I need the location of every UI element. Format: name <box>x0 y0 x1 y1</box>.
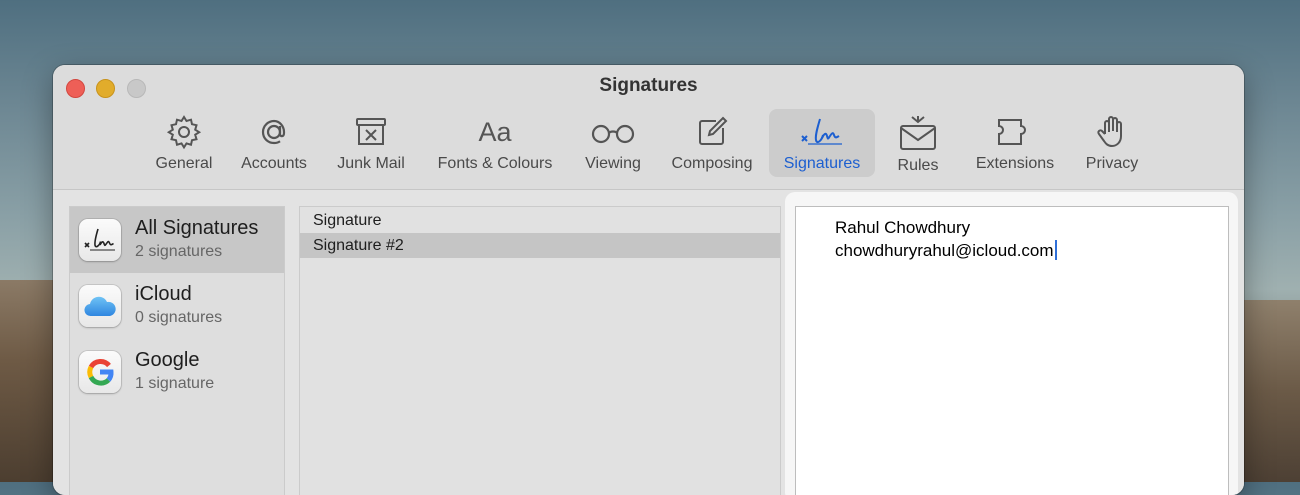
tab-label: Privacy <box>1085 155 1139 172</box>
rules-envelope-icon <box>900 116 936 150</box>
tab-label: Signatures <box>783 155 861 172</box>
tab-composing[interactable]: Composing <box>663 109 761 177</box>
signature-editor[interactable]: Rahul Chowdhury chowdhuryrahul@icloud.co… <box>795 206 1229 495</box>
signature-line: Rahul Chowdhury <box>835 218 971 237</box>
account-signature-count: 0 signatures <box>135 309 223 326</box>
tab-label: Junk Mail <box>337 155 405 172</box>
tab-label: Fonts & Colours <box>437 155 553 172</box>
text-caret <box>1054 240 1057 260</box>
account-name: All Signatures <box>135 217 259 239</box>
signature-icon <box>79 219 121 261</box>
account-name: Google <box>135 349 200 371</box>
title-bar: Signatures General Accounts Junk Mail Aa… <box>53 65 1244 190</box>
tab-fonts-colours[interactable]: Aa Fonts & Colours <box>425 109 565 177</box>
signature-icon <box>801 118 842 145</box>
glasses-icon <box>591 124 635 144</box>
account-signature-count: 1 signature <box>135 375 215 392</box>
junk-mail-icon <box>356 118 386 145</box>
svg-text:Aa: Aa <box>478 117 512 147</box>
fonts-icon: Aa <box>478 117 512 147</box>
compose-icon <box>699 116 728 145</box>
puzzle-icon <box>998 119 1026 145</box>
hand-icon <box>1097 116 1122 148</box>
at-sign-icon <box>261 119 286 145</box>
tab-general[interactable]: General <box>146 109 222 177</box>
tab-label: Rules <box>897 157 939 174</box>
signature-editor-panel: Rahul Chowdhury chowdhuryrahul@icloud.co… <box>785 192 1238 495</box>
desktop-wallpaper-right <box>1240 300 1300 482</box>
signature-line: chowdhuryrahul@icloud.com <box>835 241 1054 260</box>
signature-list-item[interactable]: Signature <box>300 208 780 233</box>
tab-privacy[interactable]: Privacy <box>1078 109 1146 177</box>
tab-label: Extensions <box>975 155 1055 172</box>
account-item-all-signatures[interactable]: All Signatures 2 signatures <box>70 207 284 273</box>
window-title: Signatures <box>599 75 698 96</box>
account-signature-count: 2 signatures <box>135 243 223 260</box>
account-item-google[interactable]: Google 1 signature <box>70 339 284 405</box>
tab-accounts[interactable]: Accounts <box>234 109 314 177</box>
icloud-icon <box>79 285 121 327</box>
google-icon <box>79 351 121 393</box>
tab-label: Accounts <box>241 155 307 172</box>
tab-label: General <box>155 155 213 172</box>
account-item-icloud[interactable]: iCloud 0 signatures <box>70 273 284 339</box>
tab-extensions[interactable]: Extensions <box>961 109 1069 177</box>
tab-signatures[interactable]: Signatures <box>769 109 875 177</box>
signature-list: Signature Signature #2 <box>299 206 781 495</box>
desktop-wallpaper-left <box>0 280 60 482</box>
account-list: All Signatures 2 signatures iCloud 0 sig… <box>69 206 285 495</box>
tab-junk-mail[interactable]: Junk Mail <box>329 109 413 177</box>
account-name: iCloud <box>135 283 192 305</box>
gear-icon <box>166 115 202 150</box>
signature-list-item[interactable]: Signature #2 <box>300 233 780 258</box>
mail-settings-window: Signatures General Accounts Junk Mail Aa… <box>53 65 1244 495</box>
settings-content: All Signatures 2 signatures iCloud 0 sig… <box>53 190 1244 495</box>
tab-rules[interactable]: Rules <box>887 109 949 177</box>
signature-line-with-caret: chowdhuryrahul@icloud.com <box>835 240 1057 261</box>
tab-viewing[interactable]: Viewing <box>577 109 649 177</box>
tab-label: Viewing <box>585 155 641 172</box>
tab-label: Composing <box>671 155 753 172</box>
